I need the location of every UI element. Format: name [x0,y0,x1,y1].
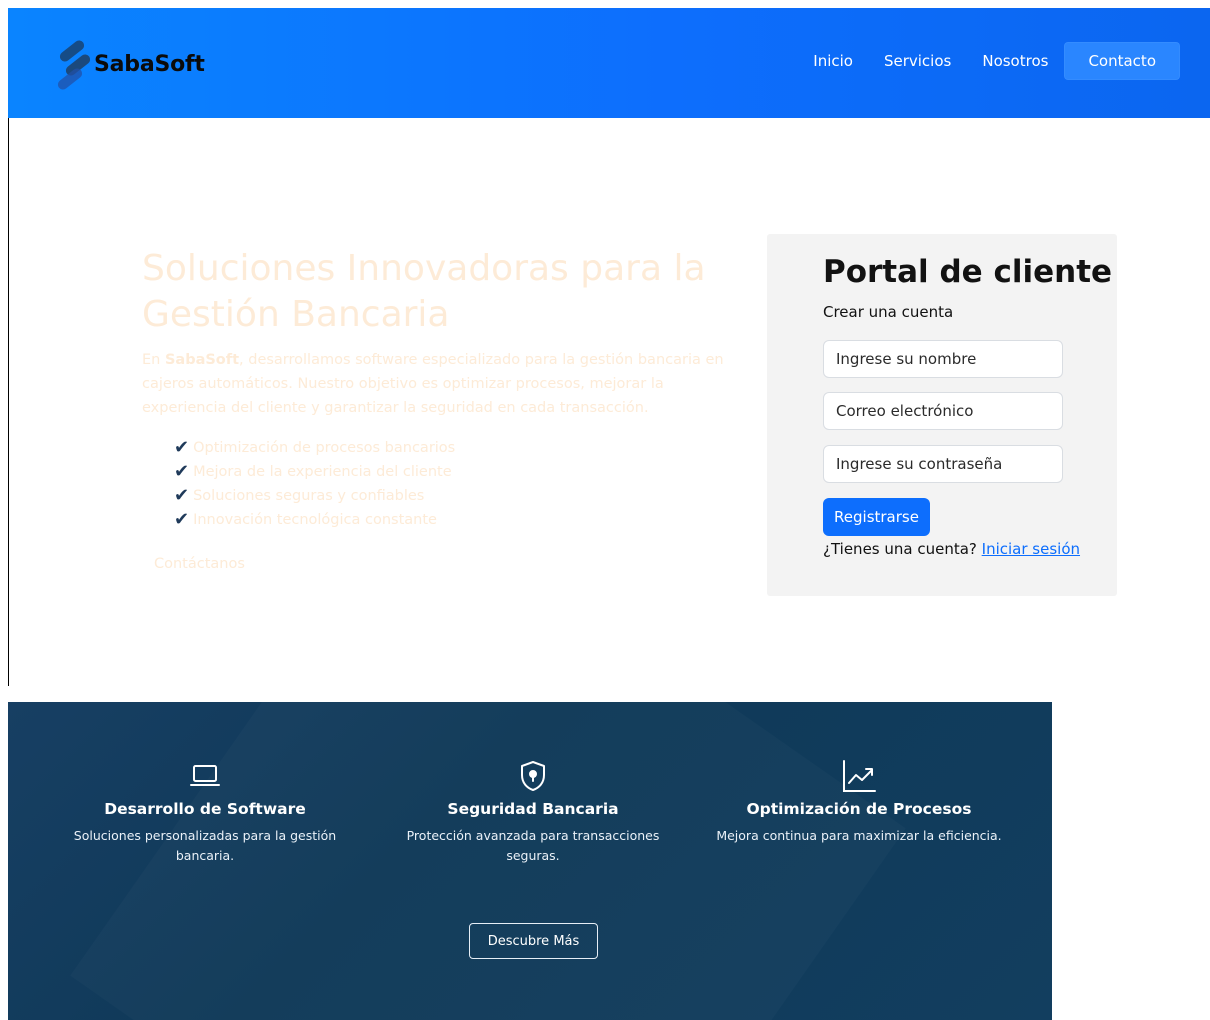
feature-item: ✔ Optimización de procesos bancarios [174,436,455,460]
feature-item: ✔ Innovación tecnológica constante [174,508,455,532]
nav-inicio[interactable]: Inicio [813,52,853,70]
password-input[interactable] [823,445,1063,483]
feature-label: Optimización de procesos bancarios [193,440,456,456]
feature-label: Soluciones seguras y confiables [193,488,425,504]
hero-description: En SabaSoft, desarrollamos software espe… [142,348,742,420]
feature-item: ✔ Mejora de la experiencia del cliente [174,460,455,484]
service-title: Desarrollo de Software [104,800,306,818]
name-input[interactable] [823,340,1063,378]
email-input[interactable] [823,392,1063,430]
discover-more-button[interactable]: Descubre Más [469,923,598,959]
feature-item: ✔ Soluciones seguras y confiables [174,484,455,508]
feature-label: Innovación tecnológica constante [193,512,437,528]
laptop-icon [60,758,350,794]
left-border-line [8,118,9,686]
service-title: Optimización de Procesos [746,800,972,818]
nav-nosotros[interactable]: Nosotros [982,52,1048,70]
service-description: Protección avanzada para transacciones s… [406,828,660,863]
login-prompt: ¿Tienes una cuenta? Iniciar sesión [823,540,1080,558]
feature-label: Mejora de la experiencia del cliente [193,464,452,480]
shield-keyhole-icon [388,758,678,794]
checkmark-icon: ✔ [174,485,190,506]
register-button[interactable]: Registrarse [823,498,930,536]
service-optimization: Optimización de Procesos Mejora continua… [714,758,1004,846]
feature-list: ✔ Optimización de procesos bancarios ✔ Mej… [174,436,455,532]
checkmark-icon: ✔ [174,509,190,530]
trending-up-chart-icon [714,758,1004,794]
hero-desc-prefix: En [142,352,165,368]
checkmark-icon: ✔ [174,437,190,458]
client-portal-card: Portal de cliente Crear una cuenta Regis… [767,234,1117,596]
nav-servicios[interactable]: Servicios [884,52,951,70]
portal-subtitle: Crear una cuenta [823,303,954,321]
service-title: Seguridad Bancaria [447,800,619,818]
service-description: Mejora continua para maximizar la eficie… [716,828,1002,843]
main-nav: Inicio Servicios Nosotros Contacto [782,42,1180,80]
portal-title: Portal de cliente [823,254,1113,290]
nav-contacto-button[interactable]: Contacto [1064,42,1180,80]
login-link[interactable]: Iniciar sesión [982,540,1080,558]
checkmark-icon: ✔ [174,461,190,482]
top-header: SabaSoft Inicio Servicios Nosotros Conta… [8,8,1210,118]
hero-desc-brand: SabaSoft [164,352,240,368]
services-section: Desarrollo de Software Soluciones person… [8,702,1052,1020]
brand-logo[interactable]: SabaSoft [55,38,205,92]
service-software: Desarrollo de Software Soluciones person… [60,758,350,866]
service-security: Seguridad Bancaria Protección avanzada p… [388,758,678,866]
service-description: Soluciones personalizadas para la gestió… [73,828,337,863]
logo-mark-icon [55,38,93,92]
brand-name: SabaSoft [94,51,205,77]
hero-title: Soluciones Innovadoras para la Gestión B… [142,248,706,335]
have-account-text: ¿Tienes una cuenta? [823,540,977,558]
contact-us-link[interactable]: Contáctanos [154,556,245,572]
